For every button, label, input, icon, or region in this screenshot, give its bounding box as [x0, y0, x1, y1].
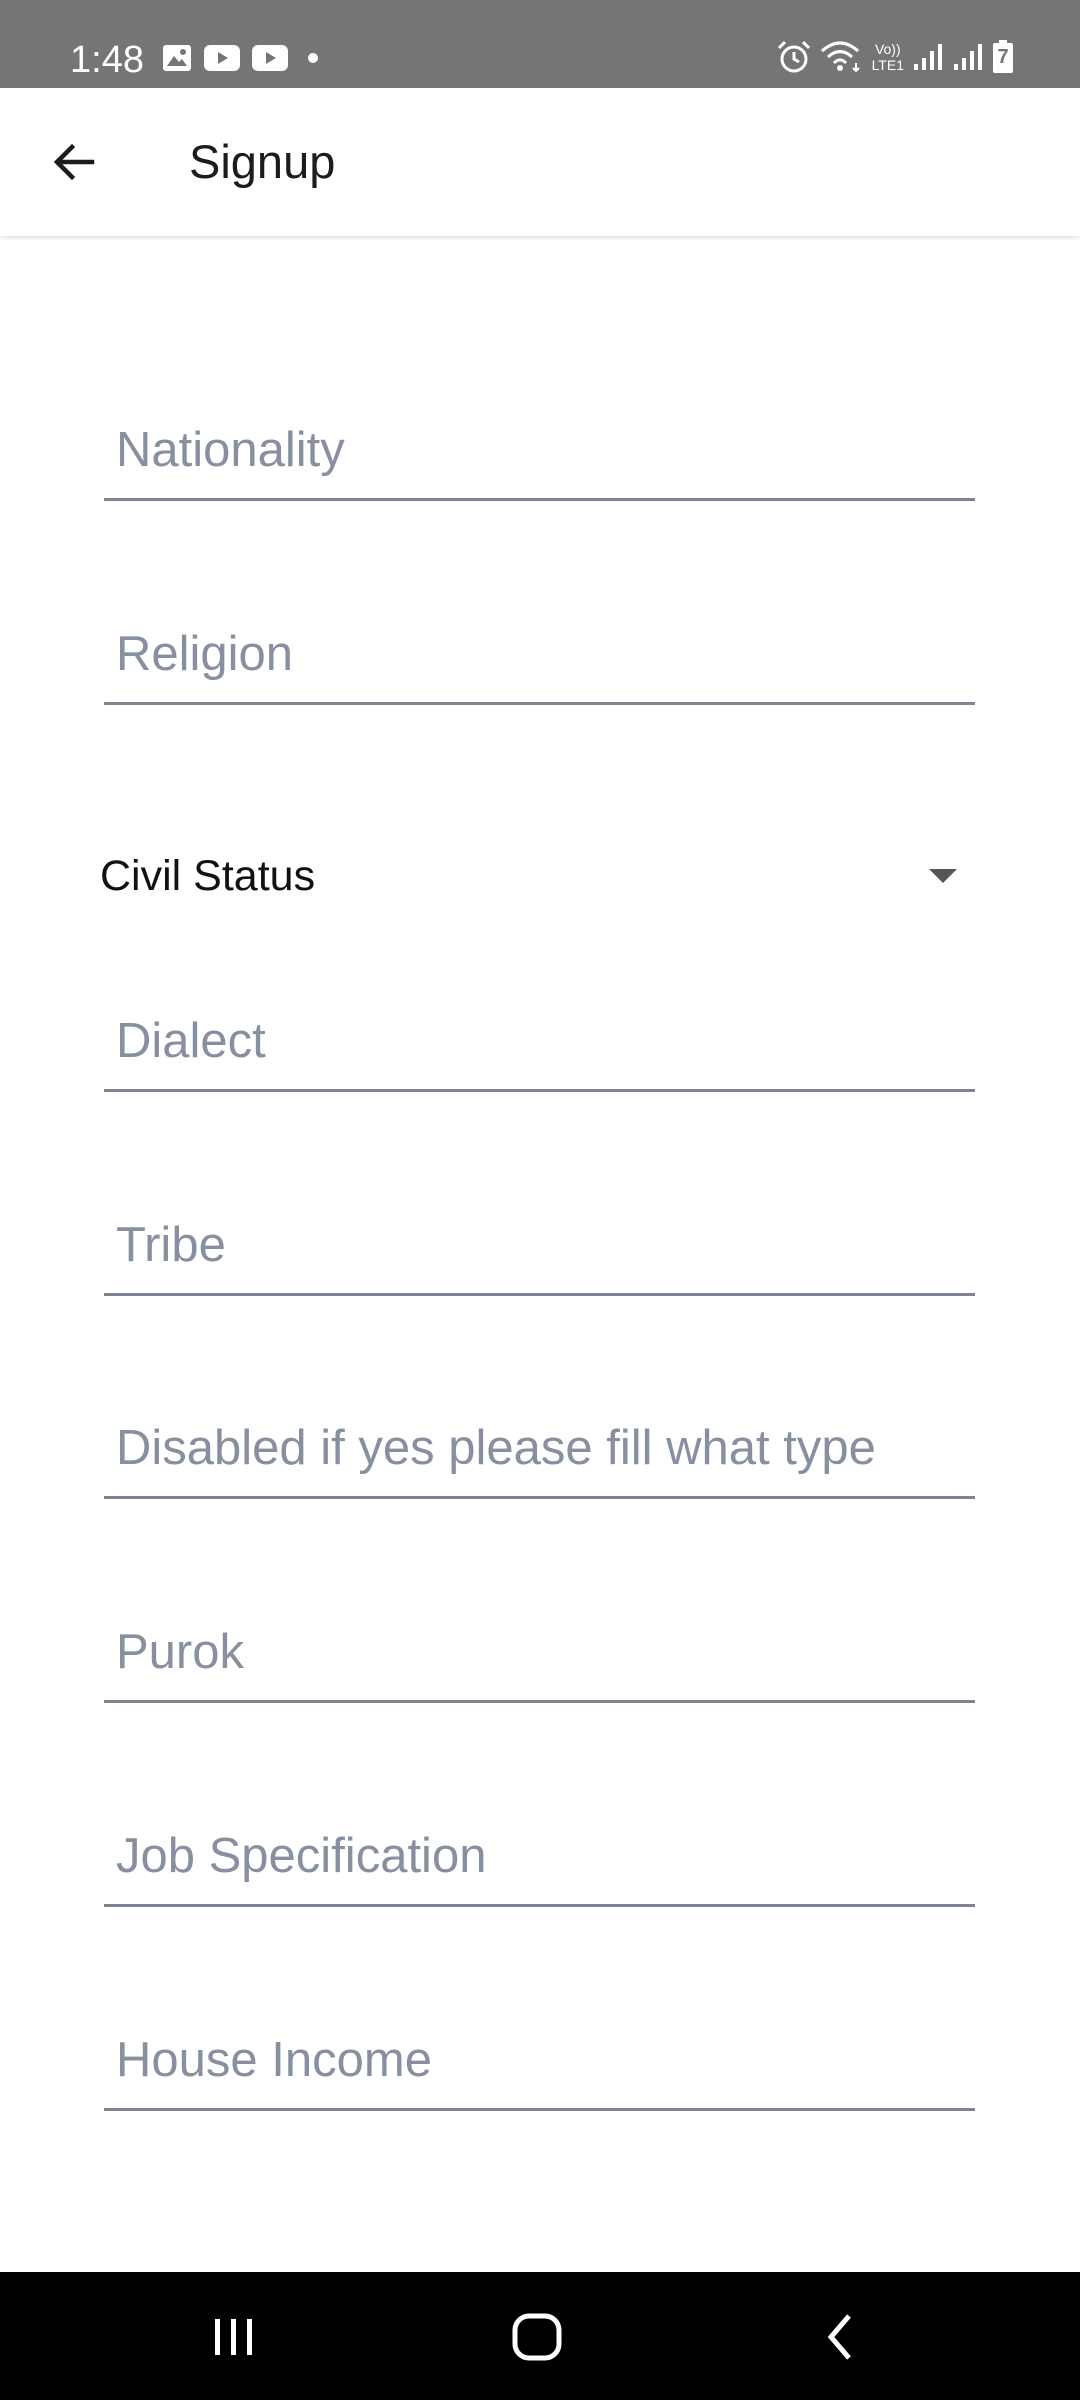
dropdown-arrow-icon [929, 869, 957, 883]
battery-level: 7 [997, 46, 1009, 68]
tribe-field[interactable] [104, 1176, 975, 1296]
notification-icons [162, 44, 320, 72]
youtube-icon [204, 45, 240, 71]
status-time: 1:48 [70, 39, 144, 81]
volte-lte1-icon: Vo)) LTE1 [872, 41, 904, 73]
job-specification-field[interactable] [104, 1787, 975, 1907]
system-icons: Vo)) LTE1 7 [776, 40, 1014, 74]
image-icon [163, 45, 191, 71]
signup-form: Civil Status [0, 236, 1080, 2272]
navigation-bar [0, 2272, 1080, 2400]
status-bar: 1:48 Vo)) LTE1 7 [0, 0, 1080, 88]
religion-field[interactable] [104, 585, 975, 705]
recents-button[interactable] [174, 2302, 294, 2372]
nationality-field[interactable] [104, 381, 975, 501]
chevron-left-icon [827, 2314, 851, 2360]
wifi-icon [820, 41, 860, 73]
purok-field[interactable] [104, 1583, 975, 1703]
job-specification-field-container [104, 1787, 975, 1907]
back-button[interactable] [44, 128, 104, 196]
lte-label: LTE1 [871, 57, 904, 73]
battery-icon: 7 [992, 40, 1014, 74]
dialect-field-container [104, 972, 975, 1092]
youtube-icon [252, 45, 288, 71]
app-bar: Signup [0, 88, 1080, 236]
civil-status-select[interactable]: Civil Status [100, 836, 970, 916]
nationality-field-container [104, 381, 975, 501]
system-back-button[interactable] [780, 2302, 900, 2372]
dot-icon [308, 53, 318, 63]
signal-icon [914, 44, 942, 70]
home-icon [512, 2313, 562, 2361]
arrow-left-icon [53, 143, 95, 181]
page-title: Signup [189, 135, 336, 188]
alarm-icon [777, 40, 810, 73]
house-income-field-container [104, 1991, 975, 2111]
volte-label: Vo)) [874, 41, 901, 57]
purok-field-container [104, 1583, 975, 1703]
dialect-field[interactable] [104, 972, 975, 1092]
home-button[interactable] [477, 2302, 597, 2372]
disabled-type-field[interactable] [104, 1379, 975, 1499]
civil-status-label: Civil Status [100, 851, 316, 900]
recents-icon [215, 2319, 252, 2355]
disabled-field-container [104, 1379, 975, 1499]
tribe-field-container [104, 1176, 975, 1296]
signal-icon [954, 44, 982, 70]
religion-field-container [104, 585, 975, 705]
house-income-field[interactable] [104, 1991, 975, 2111]
